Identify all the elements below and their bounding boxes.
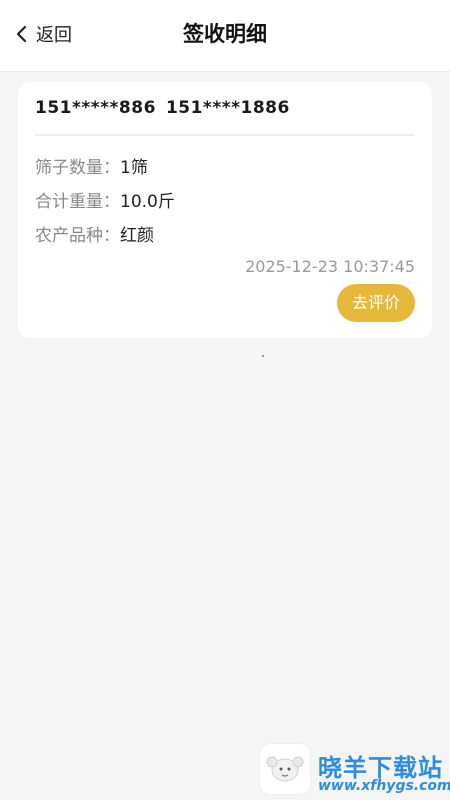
- phone-numbers: 151*****886 151****1886: [35, 98, 290, 118]
- receipt-card: 151*****886 151****1886 筛子数量：1筛 合计重量：10.0…: [18, 82, 432, 338]
- sieve-count-label: 筛子数量：: [35, 158, 120, 178]
- timestamp: 2025-12-23 10:37:45: [245, 257, 415, 276]
- sieve-count-row: 筛子数量：1筛: [35, 153, 148, 178]
- receiver-phone: 151****1886: [165, 98, 290, 118]
- sender-phone: 151*****886: [35, 98, 156, 118]
- total-weight-label: 合计重量：: [35, 192, 120, 212]
- watermark-url: www.xfhygs.com: [318, 778, 450, 794]
- variety-row: 农产品种：红颜: [35, 221, 154, 246]
- variety-value: 红颜: [120, 226, 154, 246]
- page-title: 签收明细: [183, 22, 267, 46]
- stray-dot: [262, 355, 264, 357]
- variety-label: 农产品种：: [35, 226, 120, 246]
- total-weight-row: 合计重量：10.0斤: [35, 187, 175, 212]
- sheep-logo-icon: [260, 744, 310, 794]
- top-bar: 返回 签收明细: [0, 0, 450, 72]
- total-weight-value: 10.0斤: [120, 192, 175, 212]
- divider: [35, 134, 415, 136]
- watermark: 晓羊下载站 www.xfhygs.com: [258, 742, 450, 798]
- review-button[interactable]: 去评价: [337, 284, 415, 322]
- sieve-count-value: 1筛: [120, 158, 148, 178]
